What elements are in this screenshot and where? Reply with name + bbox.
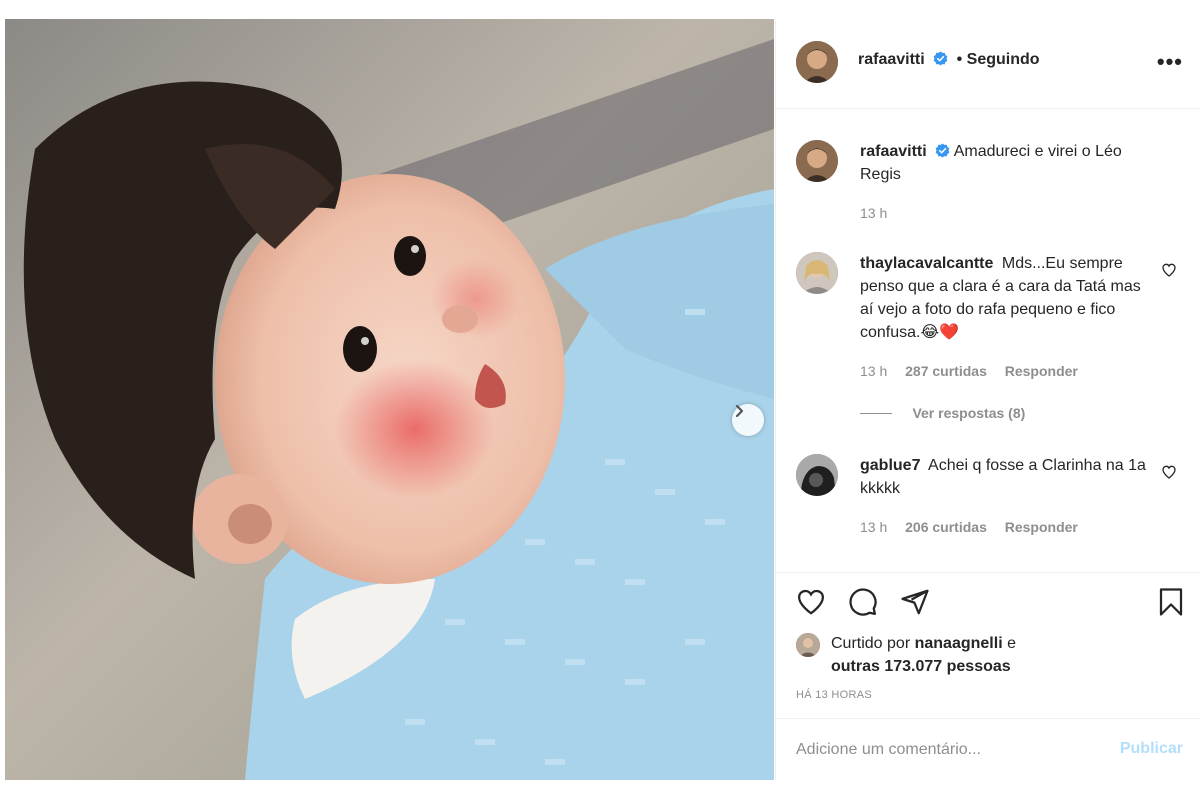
liker-avatar[interactable]: [796, 633, 820, 657]
caption-username[interactable]: rafaavitti: [860, 143, 927, 160]
comment-avatar[interactable]: [796, 454, 838, 496]
reply-button[interactable]: Responder: [1005, 363, 1078, 379]
comment-input[interactable]: [796, 737, 1096, 763]
comment-time[interactable]: 13 h: [860, 519, 887, 535]
caption-avatar[interactable]: [796, 140, 838, 182]
comment-time[interactable]: 13 h: [860, 363, 887, 379]
caption-meta: 13 h: [860, 205, 901, 221]
post-actions: Curtido por nanaagnelli e outras 173.077…: [776, 572, 1200, 718]
comment-username[interactable]: thaylacavalcantte: [860, 255, 993, 272]
avatar-image: [796, 140, 838, 182]
comment-avatar[interactable]: [796, 252, 838, 294]
view-replies[interactable]: Ver respostas (8): [860, 405, 1025, 423]
publish-button[interactable]: Publicar: [1120, 740, 1183, 758]
avatar-image: [796, 41, 838, 83]
post-panel: rafaavitti • Seguindo ••• rafaavitti Ama…: [775, 19, 1200, 780]
verified-badge-icon: [933, 51, 948, 66]
comment-username[interactable]: gablue7: [860, 457, 920, 474]
author-username[interactable]: rafaavitti: [858, 51, 925, 68]
share-icon[interactable]: [900, 587, 930, 617]
add-comment-bar: Publicar: [776, 718, 1200, 780]
reply-button[interactable]: Responder: [1005, 519, 1078, 535]
caption-time[interactable]: 13 h: [860, 205, 887, 221]
comment-likes[interactable]: 206 curtidas: [905, 519, 987, 535]
comment-meta: 13 h 287 curtidas Responder: [860, 363, 1092, 379]
liked-by-prefix: Curtido por: [831, 635, 911, 652]
comment-text-block: thaylacavalcantte Mds...Eu sempre penso …: [860, 252, 1150, 344]
view-replies-label[interactable]: Ver respostas (8): [912, 405, 1025, 421]
avatar-image: [796, 454, 838, 496]
comment-text-block: gablue7 Achei q fosse a Clarinha na 1a k…: [860, 454, 1150, 500]
post-photo[interactable]: [5, 19, 774, 780]
comment-meta: 13 h 206 curtidas Responder: [860, 519, 1092, 535]
avatar-image: [796, 252, 838, 294]
more-options-icon[interactable]: •••: [1157, 49, 1183, 75]
comment-icon[interactable]: [848, 587, 878, 617]
bookmark-icon[interactable]: [1156, 587, 1186, 617]
liked-by-conjunction: e: [1007, 635, 1016, 652]
chevron-right-icon: [735, 404, 744, 418]
liked-by: Curtido por nanaagnelli e outras 173.077…: [831, 632, 1016, 678]
post-timestamp[interactable]: HÁ 13 HORAS: [796, 689, 872, 701]
author-avatar[interactable]: [796, 41, 838, 83]
liked-by-others[interactable]: outras 173.077 pessoas: [831, 658, 1011, 675]
caption: rafaavitti Amadureci e virei o Léo Regis: [860, 140, 1150, 186]
baby-photo-illustration: [5, 19, 774, 780]
heart-icon[interactable]: [1161, 262, 1177, 278]
follow-status[interactable]: • Seguindo: [957, 51, 1040, 68]
post-header: rafaavitti • Seguindo •••: [776, 19, 1200, 109]
liked-by-user[interactable]: nanaagnelli: [915, 635, 1003, 652]
heart-icon[interactable]: [796, 587, 826, 617]
heart-icon[interactable]: [1161, 464, 1177, 480]
next-photo-button[interactable]: [732, 404, 764, 436]
verified-badge-icon: [935, 143, 950, 158]
comments-section: rafaavitti Amadureci e virei o Léo Regis…: [776, 110, 1200, 572]
avatar-image: [796, 633, 820, 657]
replies-divider: [860, 413, 892, 415]
comment-likes[interactable]: 287 curtidas: [905, 363, 987, 379]
